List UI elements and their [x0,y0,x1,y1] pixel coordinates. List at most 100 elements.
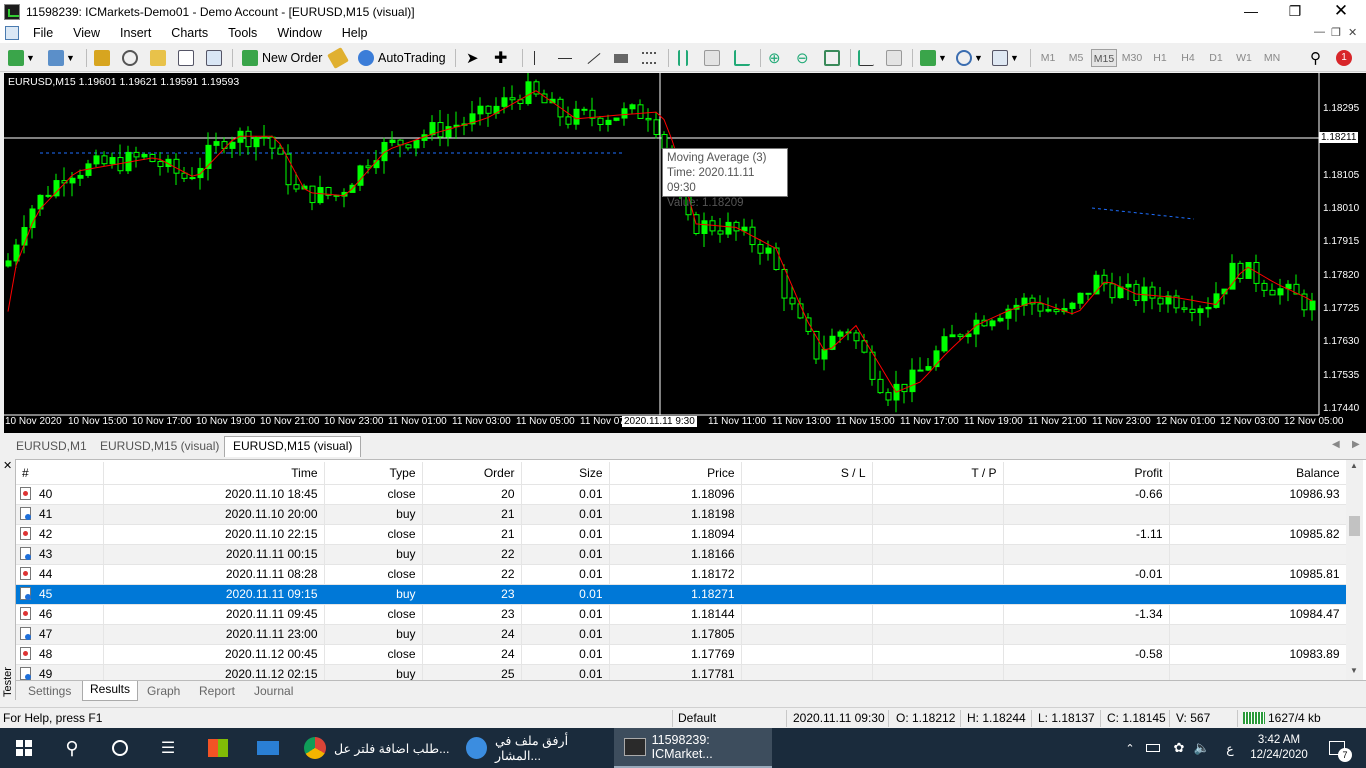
fibonacci-tool[interactable] [642,48,656,68]
col-header-tp[interactable]: T / P [872,462,1004,485]
candlestick-button[interactable] [704,48,720,68]
col-header-profit[interactable]: Profit [1003,462,1170,485]
menu-view[interactable]: View [63,26,110,40]
col-header-price[interactable]: Price [609,462,742,485]
tile-windows-button[interactable] [824,48,840,68]
mdi-restore-button[interactable]: ❐ [1331,26,1341,39]
battery-button[interactable] [1144,728,1162,768]
volume-button[interactable]: 🔈 [1192,728,1212,768]
tab-results[interactable]: Results [82,681,139,701]
cortana-button[interactable] [96,728,144,768]
channel-tool[interactable] [614,48,628,68]
line-chart-button[interactable] [734,48,750,68]
notifications-button[interactable]: 1 [1336,48,1352,68]
tray-overflow-button[interactable]: ⌃ [1120,728,1140,768]
data-window-button[interactable] [122,48,138,68]
profiles-button[interactable]: ▼ [48,48,75,68]
col-header-order[interactable]: Order [422,462,522,485]
timeframe-m5[interactable]: M5 [1063,49,1089,67]
taskbar-app-metatrader[interactable]: 11598239: ICMarket... [614,728,772,768]
menu-help[interactable]: Help [332,26,378,40]
table-row[interactable]: 45 2020.11.11 09:15 buy 23 0.01 1.18271 [16,584,1347,605]
results-scrollbar[interactable]: ▲ ▼ [1346,460,1363,680]
tab-report[interactable]: Report [192,683,242,701]
autoscroll-button[interactable] [858,48,874,68]
indicators-button[interactable]: ▼ [920,48,947,68]
menu-tools[interactable]: Tools [218,26,267,40]
col-header-balance[interactable]: Balance [1169,462,1347,485]
col-header-type[interactable]: Type [324,462,423,485]
chart-tab-eurusd-m15-visual-2[interactable]: EURUSD,M15 (visual) [224,436,362,457]
table-row[interactable]: 41 2020.11.10 20:00 buy 21 0.01 1.18198 [16,504,1347,525]
tab-graph[interactable]: Graph [140,683,187,701]
timeframe-m15[interactable]: M15 [1091,49,1117,67]
timeframe-h1[interactable]: H1 [1147,49,1173,67]
market-watch-button[interactable] [94,48,110,68]
table-row[interactable]: 47 2020.11.11 23:00 buy 24 0.01 1.17805 [16,624,1347,645]
horizontal-line-tool[interactable] [558,48,572,68]
table-row[interactable]: 46 2020.11.11 09:45 close 23 0.01 1.18144 -1.3… [16,604,1347,625]
scroll-up-icon[interactable]: ▲ [1350,461,1358,470]
col-header-sl[interactable]: S / L [741,462,873,485]
menu-insert[interactable]: Insert [110,26,161,40]
navigator-button[interactable] [150,48,166,68]
task-view-button[interactable]: ☰ [144,728,192,768]
tab-journal[interactable]: Journal [247,683,300,701]
chart-tab-eurusd-m1[interactable]: EURUSD,M1 [8,437,95,456]
price-chart[interactable]: EURUSD,M15 1.19601 1.19621 1.19591 1.195… [4,73,1366,433]
col-header-time[interactable]: Time [103,462,325,485]
menu-window[interactable]: Window [267,26,331,40]
timeframe-w1[interactable]: W1 [1231,49,1257,67]
cursor-tool[interactable]: ➤ [466,48,479,68]
table-row[interactable]: 44 2020.11.11 08:28 close 22 0.01 1.18172 -0.0… [16,564,1347,585]
periods-button[interactable]: ▼ [956,48,983,68]
menu-charts[interactable]: Charts [161,26,218,40]
mdi-close-button[interactable]: ✕ [1348,26,1357,39]
timeframe-d1[interactable]: D1 [1203,49,1229,67]
table-row[interactable]: 48 2020.11.12 00:45 close 24 0.01 1.17769 -0.5… [16,644,1347,665]
language-button[interactable]: ع [1222,728,1238,768]
crosshair-tool[interactable]: ✚ [494,48,507,68]
table-row[interactable]: 42 2020.11.10 22:15 close 21 0.01 1.18094 -1.1… [16,524,1347,545]
bar-chart-button[interactable] [678,48,688,68]
timeframe-m30[interactable]: M30 [1119,49,1145,67]
chart-tab-eurusd-m15-visual-1[interactable]: EURUSD,M15 (visual) [92,437,227,456]
search-button[interactable]: ⚲ [1310,48,1321,68]
store-button[interactable] [196,728,240,768]
document-icon[interactable] [5,26,19,40]
taskbar-app-chrome[interactable]: طلب اضافة فلتر عل... [298,728,456,768]
tester-button[interactable] [206,48,222,68]
new-chart-button[interactable]: ▼ [8,48,35,68]
tabs-scroll-right-icon[interactable]: ▶ [1352,439,1360,450]
meta-editor-button[interactable] [327,47,349,69]
tabs-scroll-left-icon[interactable]: ◀ [1332,439,1340,450]
zoom-out-button[interactable]: ⊖ [796,48,809,68]
timeframe-m1[interactable]: M1 [1035,49,1061,67]
close-tester-icon[interactable]: ✕ [3,459,12,472]
col-header-number[interactable]: # [16,462,104,485]
minimize-button[interactable]: — [1228,0,1274,23]
close-button[interactable]: ✕ [1318,0,1364,23]
scroll-down-icon[interactable]: ▼ [1350,666,1358,675]
timeframe-mn[interactable]: MN [1259,49,1285,67]
search-taskbar-button[interactable]: ⚲ [48,728,96,768]
autotrading-button[interactable]: AutoTrading [358,48,446,68]
mail-button[interactable] [246,728,290,768]
start-button[interactable] [0,728,48,768]
mdi-minimize-button[interactable]: — [1314,26,1325,38]
new-order-button[interactable]: New Order [242,48,322,68]
menu-file[interactable]: File [23,26,63,40]
terminal-button[interactable] [178,48,194,68]
vertical-line-tool[interactable] [534,48,535,68]
maximize-button[interactable]: ❐ [1272,0,1318,23]
clock[interactable]: 3:42 AM 12/24/2020 [1248,728,1310,768]
tab-settings[interactable]: Settings [21,683,78,701]
trendline-tool[interactable] [586,48,602,68]
network-button[interactable]: ✿ [1168,728,1190,768]
chart-shift-button[interactable] [886,48,902,68]
table-row[interactable]: 40 2020.11.10 18:45 close 20 0.01 1.18096 -0.6… [16,484,1347,505]
templates-button[interactable]: ▼ [992,48,1019,68]
taskbar-app-browser[interactable]: أرفق ملف في المشار... [460,728,612,768]
action-center-button[interactable]: 7 [1322,728,1352,768]
scrollbar-thumb[interactable] [1349,516,1360,536]
